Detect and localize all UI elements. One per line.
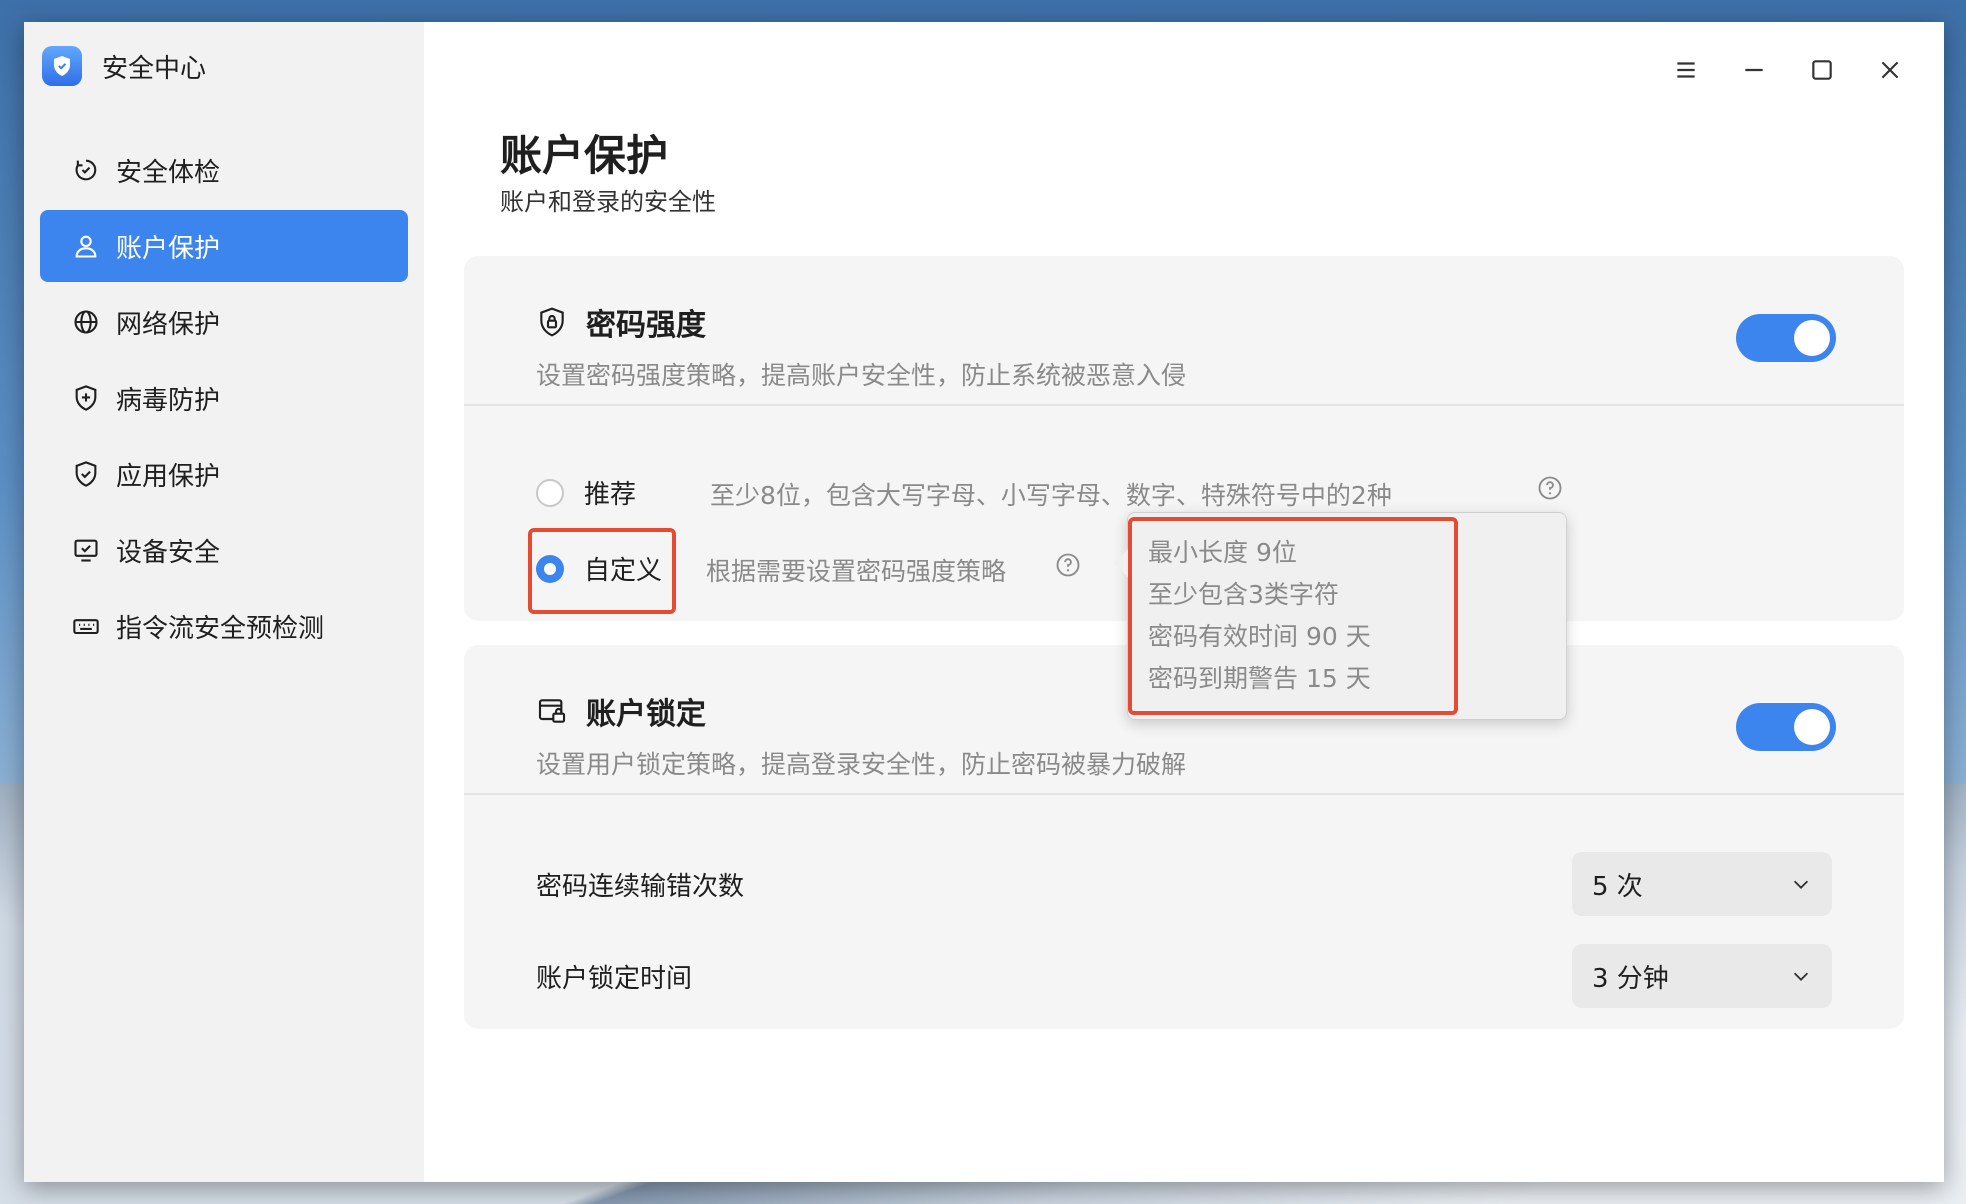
max-attempts-label: 密码连续输错次数: [536, 871, 745, 902]
page-title: 账户保护: [500, 131, 669, 180]
sidebar-item-label: 病毒防护: [116, 385, 221, 416]
custom-label: 自定义: [584, 556, 663, 586]
lock-duration-value: 3 分钟: [1592, 963, 1669, 994]
sidebar-item-network-protection[interactable]: 网络保护: [40, 286, 408, 358]
sidebar-item-label: 指令流安全预检测: [116, 613, 325, 644]
keyboard-icon: [72, 612, 100, 640]
help-icon[interactable]: [1536, 474, 1564, 502]
account-lock-toggle[interactable]: [1736, 703, 1836, 751]
chevron-down-icon: [1793, 880, 1809, 889]
tooltip-arrow: [1114, 549, 1128, 577]
sidebar-item-virus-protection[interactable]: 病毒防护: [40, 362, 408, 434]
field-lock-duration: 账户锁定时间 3 分钟: [536, 944, 1832, 1008]
recommended-label: 推荐: [584, 480, 637, 510]
sidebar: 安全中心 安全体检 账户保护 网络保护 病毒防护 应用保护 设备安全 指令流安全…: [24, 22, 424, 1182]
lock-shield-icon: [540, 307, 564, 337]
close-icon: [1881, 61, 1899, 79]
refresh-check-icon: [72, 156, 100, 184]
sidebar-item-label: 安全体检: [116, 157, 221, 188]
lock-duration-select[interactable]: 3 分钟: [1572, 944, 1832, 1008]
sidebar-item-device-security[interactable]: 设备安全: [40, 514, 408, 586]
monitor-check-icon: [72, 536, 100, 564]
security-center-window: 安全中心 安全体检 账户保护 网络保护 病毒防护 应用保护 设备安全 指令流安全…: [24, 22, 1944, 1182]
tooltip-line: 至少包含3类字符: [1148, 580, 1339, 609]
menu-button[interactable]: [1652, 42, 1720, 98]
shield-logo-icon: [42, 46, 82, 86]
password-strength-header: 密码强度 设置密码强度策略，提高账户安全性，防止系统被恶意入侵: [464, 256, 1904, 406]
sidebar-item-label: 应用保护: [116, 461, 221, 492]
app-header: 安全中心: [42, 40, 206, 92]
menu-icon: [1677, 62, 1695, 78]
option-recommended[interactable]: 推荐: [536, 474, 636, 511]
sidebar-item-label: 设备安全: [116, 537, 221, 568]
max-attempts-value: 5 次: [1592, 871, 1643, 902]
max-attempts-select[interactable]: 5 次: [1572, 852, 1832, 916]
password-policy-tooltip: 最小长度 9位 至少包含3类字符 密码有效时间 90 天 密码到期警告 15 天: [1114, 512, 1567, 720]
globe-icon: [72, 308, 100, 336]
window-controls: [1652, 42, 1924, 98]
minimize-button[interactable]: [1720, 42, 1788, 98]
sidebar-item-account-protection[interactable]: 账户保护: [40, 210, 408, 282]
help-icon[interactable]: [1054, 551, 1082, 579]
recommended-radio[interactable]: [536, 478, 564, 507]
account-lock-title: 账户锁定: [586, 697, 706, 732]
field-max-attempts: 密码连续输错次数 5 次: [536, 852, 1832, 916]
option-custom[interactable]: 自定义: [536, 550, 662, 587]
custom-description: 根据需要设置密码强度策略: [706, 557, 1007, 586]
tooltip-line: 密码到期警告 15 天: [1148, 664, 1371, 693]
recommended-description: 至少8位，包含大写字母、小写字母、数字、特殊符号中的2种: [710, 481, 1392, 510]
sidebar-nav: 安全体检 账户保护 网络保护 病毒防护 应用保护 设备安全 指令流安全预检测: [40, 134, 408, 666]
app-title: 安全中心: [102, 53, 207, 84]
minimize-icon: [1745, 68, 1763, 72]
chevron-down-icon: [1793, 972, 1809, 981]
maximize-button[interactable]: [1788, 42, 1856, 98]
maximize-icon: [1812, 60, 1832, 80]
password-strength-title: 密码强度: [586, 308, 706, 343]
sidebar-item-label: 账户保护: [116, 233, 221, 264]
user-icon: [72, 232, 100, 260]
close-button[interactable]: [1856, 42, 1924, 98]
sidebar-item-security-check[interactable]: 安全体检: [40, 134, 408, 206]
account-lock-description: 设置用户锁定策略，提高登录安全性，防止密码被暴力破解: [536, 750, 1187, 779]
password-strength-description: 设置密码强度策略，提高账户安全性，防止系统被恶意入侵: [536, 361, 1187, 390]
sidebar-item-command-flow-check[interactable]: 指令流安全预检测: [40, 590, 408, 662]
shield-check-icon: [72, 460, 100, 488]
tooltip-line: 密码有效时间 90 天: [1148, 622, 1371, 651]
tooltip-line: 最小长度 9位: [1148, 538, 1297, 567]
sidebar-item-label: 网络保护: [116, 309, 221, 340]
sidebar-item-app-protection[interactable]: 应用保护: [40, 438, 408, 510]
custom-radio[interactable]: [536, 554, 564, 583]
page-subtitle: 账户和登录的安全性: [500, 188, 716, 216]
shield-plus-icon: [72, 384, 100, 412]
lock-window-icon: [538, 699, 566, 723]
lock-duration-label: 账户锁定时间: [536, 963, 693, 994]
password-strength-toggle[interactable]: [1736, 314, 1836, 362]
